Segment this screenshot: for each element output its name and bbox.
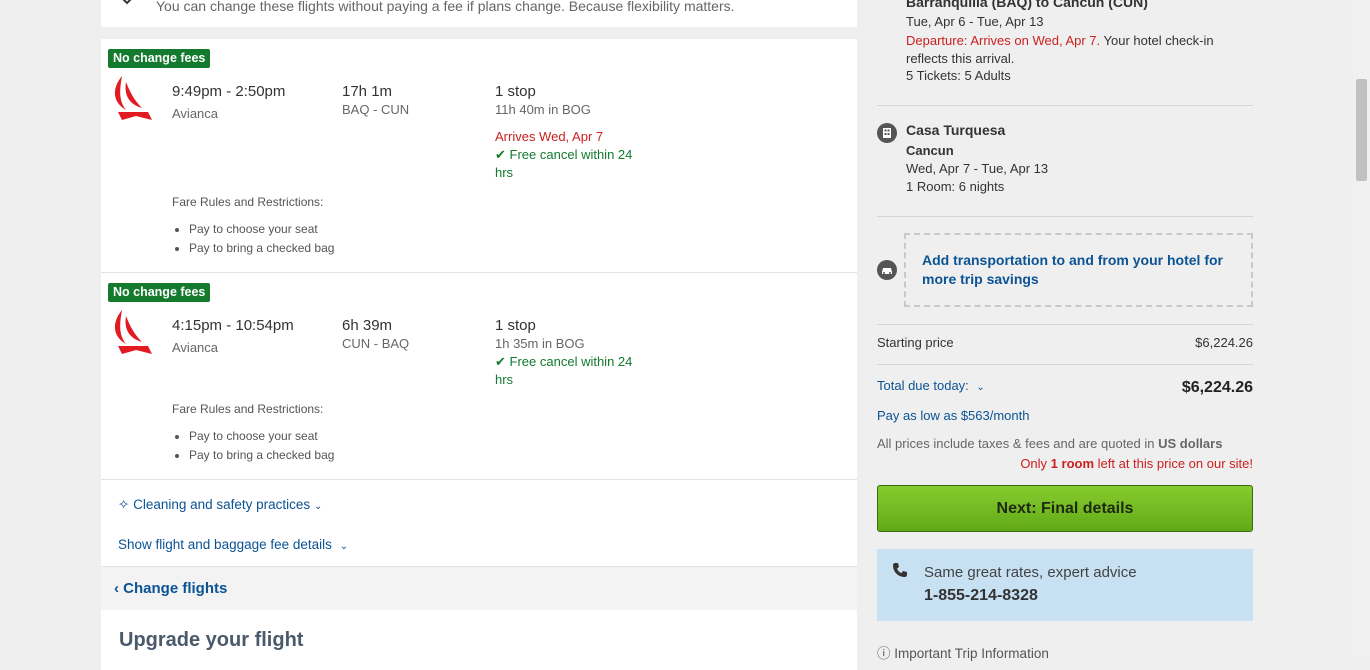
no-change-fees-badge: No change fees [108, 49, 211, 68]
airline-name: Avianca [172, 106, 219, 121]
stops-count: 1 stop [495, 317, 536, 334]
prices-note: All prices include taxes & fees and are … [877, 436, 1222, 451]
free-cancel-text: Free cancel within 24 hrs [495, 147, 633, 180]
departure-note: Departure: Arrives on Wed, Apr 7. Your h… [906, 32, 1226, 68]
change-flights-bar: ‹ Change flights [101, 566, 857, 610]
flight-route: CUN - BAQ [342, 336, 410, 351]
availability-suffix: left at this price on our site! [1097, 456, 1253, 471]
check-icon: ✔ [495, 354, 506, 369]
fare-rules-list: Pay to choose your seat Pay to bring a c… [172, 427, 334, 465]
flight-duration: 17h 1m [342, 83, 393, 100]
stops-count: 1 stop [495, 83, 536, 100]
double-chevron-down-icon: ⌄ [313, 501, 323, 512]
airline-name: Avianca [172, 340, 219, 355]
free-cancel-info: ✔ Free cancel within 24 hrs [495, 353, 645, 389]
page-scrollbar[interactable] [1353, 0, 1370, 656]
flight-route: BAQ - CUN [342, 102, 410, 117]
hotel-building-icon [877, 123, 897, 143]
contact-text: Same great rates, expert advice [924, 564, 1137, 581]
flight-summary-dates: Tue, Apr 6 - Tue, Apr 13 [906, 14, 1044, 29]
important-trip-info-link[interactable]: ⓘ Important Trip Information [877, 642, 1049, 662]
baggage-details-link[interactable]: Show flight and baggage fee details ⌄ [118, 537, 348, 552]
cleaning-practices-link[interactable]: ✧ Cleaning and safety practices ⌄ [118, 497, 322, 513]
double-chevron-down-icon: ⌄ [976, 382, 985, 393]
ticket-count: 5 Tickets: 5 Adults [906, 68, 1011, 83]
cleaning-practices-label: Cleaning and safety practices [133, 497, 311, 512]
baggage-details-label: Show flight and baggage fee details [118, 537, 332, 552]
hotel-rooms: 1 Room: 6 nights [906, 179, 1005, 194]
arrives-note: Arrives Wed, Apr 7 [495, 129, 604, 144]
flight-summary-title: Barranquilla (BAQ) to Cancun (CUN) [906, 0, 1148, 10]
hotel-dates: Wed, Apr 7 - Tue, Apr 13 [906, 161, 1049, 176]
fare-rule-item: Pay to bring a checked bag [189, 446, 334, 465]
summary-divider [877, 324, 1253, 325]
no-change-fees-badge: No change fees [108, 283, 211, 302]
flight-times: 9:49pm - 2:50pm [172, 83, 286, 100]
contact-box: Same great rates, expert advice 1-855-21… [877, 549, 1253, 621]
availability-rooms: 1 room [1050, 456, 1095, 471]
layover-info: 1h 35m in BOG [495, 336, 585, 351]
flight-option-return: No change fees 4:15pm - 10:54pm Avianca … [101, 273, 857, 479]
flex-note-text: You can change these flights without pay… [156, 0, 735, 14]
upgrade-title: Upgrade your flight [119, 629, 304, 651]
flight-times: 4:15pm - 10:54pm [172, 317, 294, 334]
double-chevron-down-icon: ⌄ [339, 541, 349, 552]
free-cancel-text: Free cancel within 24 hrs [495, 354, 633, 387]
layover-info: 11h 40m in BOG [495, 102, 591, 117]
availability-prefix: Only [1020, 456, 1048, 471]
change-flights-label: Change flights [123, 580, 228, 597]
add-transportation-box[interactable]: Add transportation to and from your hote… [904, 233, 1253, 307]
chevron-left-icon: ‹ [114, 580, 119, 597]
flight-divider [101, 479, 857, 480]
contact-phone[interactable]: 1-855-214-8328 [924, 587, 1038, 605]
prices-note-text: All prices include taxes & fees and are … [877, 436, 1155, 451]
pay-as-low-link[interactable]: Pay as low as $563/month [877, 408, 1029, 423]
fare-rules-title: Fare Rules and Restrictions: [172, 195, 324, 209]
change-flights-link[interactable]: ‹ Change flights [114, 580, 227, 597]
chevron-down-icon[interactable] [121, 0, 133, 8]
scrollbar-thumb[interactable] [1356, 79, 1367, 181]
check-icon: ✔ [495, 147, 506, 162]
flight-option-outbound: No change fees 9:49pm - 2:50pm Avianca 1… [101, 39, 857, 272]
total-due-value: $6,224.26 [1181, 379, 1253, 396]
flights-card: No change fees 9:49pm - 2:50pm Avianca 1… [101, 39, 857, 610]
avianca-logo-icon [114, 76, 152, 120]
free-cancel-info: ✔ Free cancel within 24 hrs [495, 146, 645, 182]
car-icon [877, 260, 897, 280]
starting-price-value: $6,224.26 [1195, 335, 1253, 350]
hotel-name: Casa Turquesa [906, 122, 1006, 138]
avianca-logo-icon [114, 310, 152, 354]
departure-warning: Departure: Arrives on Wed, Apr 7. [906, 33, 1101, 48]
total-due-label: Total due today: [877, 378, 969, 393]
prices-note-currency: US dollars [1158, 436, 1223, 451]
fare-rule-item: Pay to bring a checked bag [189, 239, 334, 258]
availability-alert: Only 1 room left at this price on our si… [1020, 456, 1253, 471]
add-transportation-link[interactable]: Add transportation to and from your hote… [922, 251, 1242, 289]
fare-rules-list: Pay to choose your seat Pay to bring a c… [172, 220, 334, 258]
summary-divider [877, 216, 1253, 217]
next-final-details-button[interactable]: Next: Final details [877, 485, 1253, 532]
fare-rules-title: Fare Rules and Restrictions: [172, 402, 324, 416]
total-due-toggle[interactable]: Total due today: ⌄ [877, 378, 985, 393]
starting-price-label: Starting price [877, 335, 954, 350]
info-icon: ⓘ [877, 646, 891, 661]
flight-duration: 6h 39m [342, 317, 393, 334]
sparkle-icon: ✧ [118, 497, 130, 512]
important-trip-info-label: Important Trip Information [894, 646, 1049, 661]
fare-rule-item: Pay to choose your seat [189, 427, 334, 446]
summary-divider [877, 364, 1253, 365]
summary-divider [877, 105, 1253, 106]
upgrade-card: Upgrade your flight [101, 610, 857, 670]
fare-rule-item: Pay to choose your seat [189, 220, 334, 239]
flex-note-card: You can change these flights without pay… [101, 0, 857, 27]
hotel-city: Cancun [906, 143, 954, 158]
phone-icon [893, 563, 907, 577]
